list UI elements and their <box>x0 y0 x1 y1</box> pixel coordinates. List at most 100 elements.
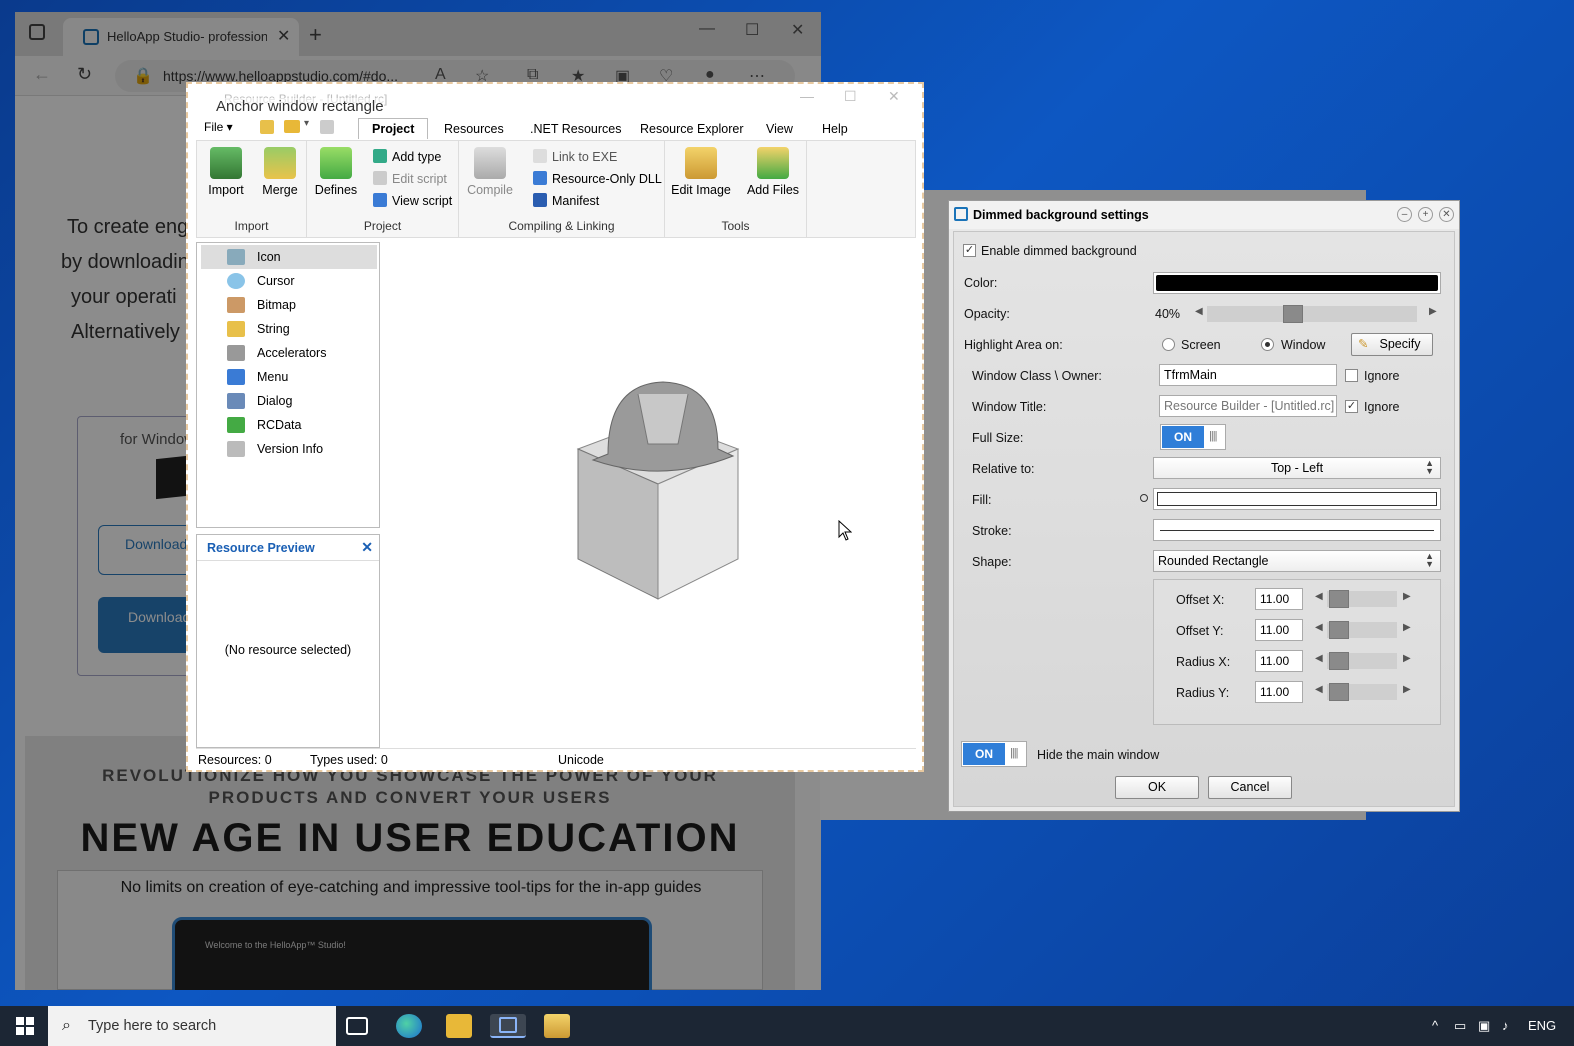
specify-button[interactable]: ✎ Specify <box>1351 333 1433 356</box>
offset-y-slider[interactable]: ◀ ▶ <box>1315 619 1411 641</box>
show-hidden-icons-icon[interactable]: ^ <box>1432 1018 1438 1033</box>
edit-script-button[interactable]: Edit script <box>373 171 447 186</box>
close-icon[interactable]: ✕ <box>888 88 900 105</box>
tree-item-cursor[interactable]: Cursor <box>201 269 377 293</box>
maximize-icon[interactable]: ☐ <box>844 88 857 105</box>
open-folder-icon[interactable] <box>284 120 300 133</box>
slider-left-arrow-icon[interactable]: ◀ <box>1195 306 1203 317</box>
fill-picker[interactable] <box>1153 488 1441 510</box>
tab-resource-explorer[interactable]: Resource Explorer <box>640 122 744 136</box>
view-script-button[interactable]: View script <box>373 193 452 208</box>
shape-select[interactable]: Rounded Rectangle ▲ ▼ <box>1153 550 1441 572</box>
new-icon[interactable] <box>260 120 274 134</box>
chevron-down-icon[interactable]: ▾ <box>304 118 309 129</box>
offset-x-slider[interactable]: ◀ ▶ <box>1315 588 1411 610</box>
window-class-label: Window Class \ Owner: <box>972 369 1102 383</box>
fill-reset-icon[interactable] <box>1140 494 1148 502</box>
radius-y-input[interactable]: 11.00 <box>1255 681 1303 703</box>
hide-main-window-toggle[interactable]: ON |||| <box>961 741 1027 767</box>
close-preview-icon[interactable]: ✕ <box>361 539 373 556</box>
file-explorer-icon[interactable] <box>446 1014 472 1038</box>
save-icon[interactable] <box>320 120 334 134</box>
ignore-class-checkbox[interactable] <box>1345 369 1358 382</box>
language-indicator[interactable]: ENG <box>1528 1018 1556 1033</box>
full-size-toggle[interactable]: ON |||| <box>1160 424 1226 450</box>
ok-button[interactable]: OK <box>1115 776 1199 799</box>
ignore-title-checkbox[interactable]: ✓ <box>1345 400 1358 413</box>
add-files-button[interactable]: Add Files <box>743 147 803 197</box>
window-class-input[interactable]: TfrmMain <box>1159 364 1337 386</box>
slider-right-arrow-icon[interactable]: ▶ <box>1403 653 1411 664</box>
taskbar-search[interactable]: ⌕ Type here to search <box>48 1006 336 1046</box>
tree-item-string[interactable]: String <box>201 317 377 341</box>
opacity-slider[interactable]: ◀ ▶ <box>1195 303 1439 325</box>
task-view-icon[interactable] <box>346 1017 368 1035</box>
edit-image-button[interactable]: Edit Image <box>669 147 733 197</box>
merge-button[interactable]: Merge <box>255 147 305 197</box>
tab-view[interactable]: View <box>766 122 793 136</box>
cancel-button[interactable]: Cancel <box>1208 776 1292 799</box>
defines-button[interactable]: Defines <box>311 147 361 197</box>
radius-y-slider[interactable]: ◀ ▶ <box>1315 681 1411 703</box>
tree-item-icon[interactable]: Icon <box>201 245 377 269</box>
tree-item-version-info[interactable]: Version Info <box>201 437 377 461</box>
string-type-icon <box>227 321 245 337</box>
tree-item-bitmap[interactable]: Bitmap <box>201 293 377 317</box>
volume-icon[interactable]: ♪ <box>1502 1018 1509 1033</box>
minimize-icon[interactable]: — <box>800 88 814 104</box>
screen-radio[interactable] <box>1162 338 1175 351</box>
slider-thumb[interactable] <box>1283 305 1303 323</box>
tree-item-accelerators[interactable]: Accelerators <box>201 341 377 365</box>
tab-project[interactable]: Project <box>358 118 429 139</box>
shape-label: Shape: <box>972 555 1012 569</box>
meet-now-icon[interactable]: ▭ <box>1454 1018 1466 1034</box>
slider-right-arrow-icon[interactable]: ▶ <box>1403 622 1411 633</box>
enable-checkbox[interactable]: ✓ <box>963 244 976 257</box>
maximize-icon[interactable]: + <box>1418 207 1433 222</box>
relative-select[interactable]: Top - Left ▲ ▼ <box>1153 457 1441 479</box>
windows-start-icon[interactable] <box>16 1017 34 1035</box>
slider-right-arrow-icon[interactable]: ▶ <box>1403 591 1411 602</box>
add-files-icon <box>757 147 789 179</box>
stroke-picker[interactable] <box>1153 519 1441 541</box>
offset-x-input[interactable]: 11.00 <box>1255 588 1303 610</box>
file-menu[interactable]: File ▾ <box>204 120 233 134</box>
slider-thumb[interactable] <box>1329 621 1349 639</box>
link-exe-button[interactable]: Link to EXE <box>533 149 617 164</box>
minimize-icon[interactable]: – <box>1397 207 1412 222</box>
slider-thumb[interactable] <box>1329 590 1349 608</box>
color-picker[interactable] <box>1153 272 1441 294</box>
tree-item-rcdata[interactable]: RCData <box>201 413 377 437</box>
edge-browser-icon[interactable] <box>396 1014 422 1038</box>
slider-thumb[interactable] <box>1329 652 1349 670</box>
add-type-button[interactable]: Add type <box>373 149 441 164</box>
toggle-grip-icon: |||| <box>1209 430 1218 442</box>
slider-right-arrow-icon[interactable]: ▶ <box>1403 684 1411 695</box>
resource-dll-button[interactable]: Resource-Only DLL <box>533 171 662 186</box>
compile-button[interactable]: Compile <box>465 147 515 197</box>
radius-x-input[interactable]: 11.00 <box>1255 650 1303 672</box>
slider-thumb[interactable] <box>1329 683 1349 701</box>
status-encoding: Unicode <box>558 753 604 767</box>
tab-help[interactable]: Help <box>822 122 848 136</box>
slider-left-arrow-icon[interactable]: ◀ <box>1315 653 1323 664</box>
dialog-type-icon <box>227 393 245 409</box>
resource-builder-taskbar-icon[interactable] <box>544 1014 570 1038</box>
tab-resources[interactable]: Resources <box>444 122 504 136</box>
window-title-input[interactable]: Resource Builder - [Untitled.rc] <box>1159 395 1337 417</box>
tree-item-dialog[interactable]: Dialog <box>201 389 377 413</box>
slider-left-arrow-icon[interactable]: ◀ <box>1315 591 1323 602</box>
manifest-button[interactable]: Manifest <box>533 193 599 208</box>
slider-right-arrow-icon[interactable]: ▶ <box>1429 306 1437 317</box>
tree-item-menu[interactable]: Menu <box>201 365 377 389</box>
window-radio[interactable] <box>1261 338 1274 351</box>
offset-y-input[interactable]: 11.00 <box>1255 619 1303 641</box>
slider-left-arrow-icon[interactable]: ◀ <box>1315 684 1323 695</box>
import-button[interactable]: Import <box>201 147 251 197</box>
tab-net-resources[interactable]: .NET Resources <box>530 122 621 136</box>
network-icon[interactable]: ▣ <box>1478 1018 1490 1034</box>
slider-left-arrow-icon[interactable]: ◀ <box>1315 622 1323 633</box>
helloapp-studio-taskbar-icon[interactable] <box>490 1014 526 1038</box>
radius-x-slider[interactable]: ◀ ▶ <box>1315 650 1411 672</box>
close-icon[interactable]: ✕ <box>1439 207 1454 222</box>
